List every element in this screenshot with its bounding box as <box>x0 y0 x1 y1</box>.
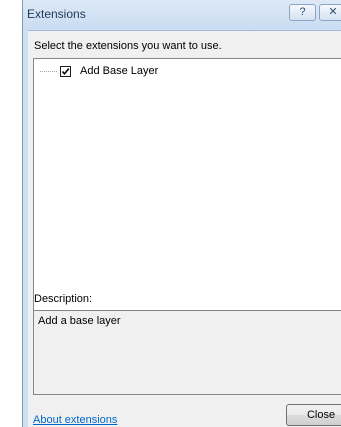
dialog-body: Select the extensions you want to use. A… <box>28 30 341 427</box>
help-button[interactable]: ? <box>289 4 316 21</box>
about-extensions-link[interactable]: About extensions <box>33 414 117 426</box>
add-base-layer-checkbox[interactable] <box>60 65 71 77</box>
window-title: Extensions <box>27 7 86 21</box>
description-box: Add a base layer <box>33 310 341 395</box>
tree-connector-line <box>40 70 57 72</box>
description-label: Description: <box>34 293 93 305</box>
title-bar: Extensions ? ✕ <box>23 0 341 30</box>
checkmark-icon <box>61 67 70 75</box>
extensions-dialog: Extensions ? ✕ Select the extensions you… <box>22 0 341 427</box>
tree-item-add-base-layer[interactable]: Add Base Layer <box>40 64 158 78</box>
select-extensions-label: Select the extensions you want to use. <box>34 40 222 52</box>
title-close-button[interactable]: ✕ <box>319 4 341 21</box>
extensions-tree[interactable]: Add Base Layer <box>33 58 341 312</box>
close-button[interactable]: Close <box>286 404 341 426</box>
tree-item-label: Add Base Layer <box>80 65 159 77</box>
description-text: Add a base layer <box>38 315 121 327</box>
